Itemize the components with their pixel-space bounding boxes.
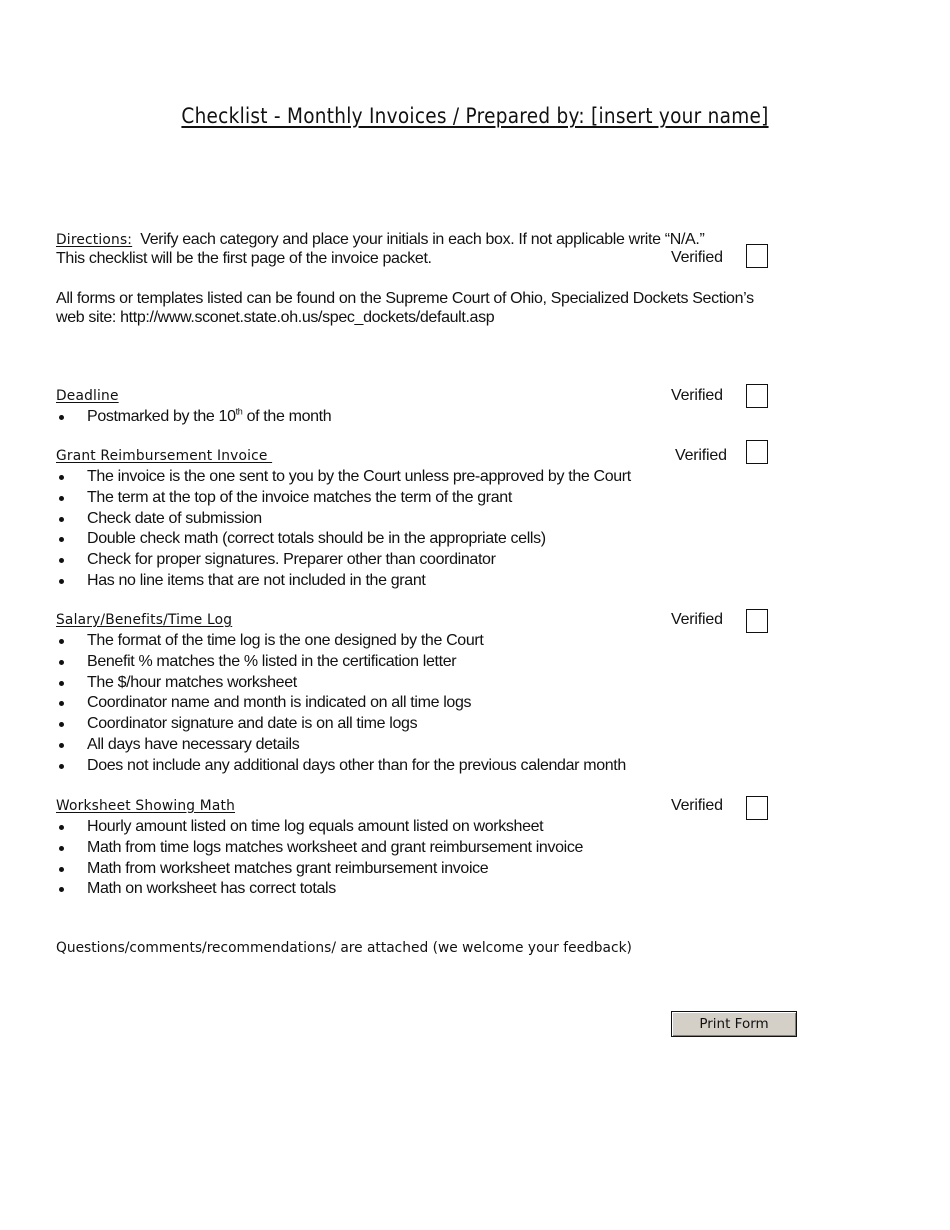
list-item: The term at the top of the invoice match… xyxy=(56,488,631,509)
directions-line-2: This checklist will be the first page of… xyxy=(56,250,432,267)
bullet-icon xyxy=(59,475,64,480)
bullet-icon xyxy=(59,845,64,851)
list-item: Postmarked by the 10th of the month xyxy=(56,407,332,428)
bullet-icon xyxy=(59,887,64,893)
directions-text: Verify each category and place your init… xyxy=(136,231,705,248)
bullet-icon xyxy=(59,537,64,543)
section-heading-grant-reimbursement: Grant Reimbursement Invoice xyxy=(56,448,273,464)
bullet-icon xyxy=(59,680,64,686)
forms-note-line-2: web site: http://www.sconet.state.oh.us/… xyxy=(56,309,495,326)
bullet-icon xyxy=(59,578,64,584)
list-item: The $/hour matches worksheet xyxy=(56,673,626,694)
bullet-icon xyxy=(59,516,64,522)
bullet-icon xyxy=(59,639,64,644)
deadline-list: Postmarked by the 10th of the month xyxy=(56,407,332,428)
grant-verified-checkbox[interactable] xyxy=(746,440,768,464)
list-item: Benefit % matches the % listed in the ce… xyxy=(56,652,626,673)
deadline-verified-checkbox[interactable] xyxy=(746,384,768,408)
list-item: The invoice is the one sent to you by th… xyxy=(56,467,631,488)
list-item: Check date of submission xyxy=(56,509,631,530)
bullet-icon xyxy=(59,763,64,769)
print-form-button[interactable]: Print Form xyxy=(671,1011,797,1037)
list-item: Math from worksheet matches grant reimbu… xyxy=(56,859,583,880)
bullet-icon xyxy=(59,495,64,501)
salary-verified-label: Verified xyxy=(671,611,723,628)
directions-verified-label: Verified xyxy=(671,249,723,266)
salary-verified-checkbox[interactable] xyxy=(746,609,768,633)
list-item: Hourly amount listed on time log equals … xyxy=(56,817,583,838)
bullet-icon xyxy=(59,866,64,872)
list-item: Double check math (correct totals should… xyxy=(56,529,631,550)
page-title: Checklist - Monthly Invoices / Prepared … xyxy=(181,104,769,128)
bullet-icon xyxy=(59,415,64,420)
list-item: Coordinator name and month is indicated … xyxy=(56,693,626,714)
bullet-icon xyxy=(59,722,64,728)
section-heading-deadline: Deadline xyxy=(56,388,119,404)
directions-label: Directions: xyxy=(56,232,133,248)
worksheet-verified-checkbox[interactable] xyxy=(746,796,768,820)
list-item: All days have necessary details xyxy=(56,735,626,756)
worksheet-list: Hourly amount listed on time log equals … xyxy=(56,817,583,900)
worksheet-verified-label: Verified xyxy=(671,797,723,814)
list-item: Coordinator signature and date is on all… xyxy=(56,714,626,735)
section-heading-worksheet: Worksheet Showing Math xyxy=(56,798,236,814)
forms-note-line-1: All forms or templates listed can be fou… xyxy=(56,290,754,307)
list-item: Has no line items that are not included … xyxy=(56,571,631,592)
list-item: Math on worksheet has correct totals xyxy=(56,879,583,900)
feedback-note: Questions/comments/recommendations/ are … xyxy=(56,940,632,956)
bullet-icon xyxy=(59,659,64,665)
grant-list: The invoice is the one sent to you by th… xyxy=(56,467,631,592)
directions-line-1: Directions: Verify each category and pla… xyxy=(56,230,705,250)
bullet-icon xyxy=(59,825,64,830)
deadline-verified-label: Verified xyxy=(671,387,723,404)
list-item: Math from time logs matches worksheet an… xyxy=(56,838,583,859)
bullet-icon xyxy=(59,558,64,564)
salary-list: The format of the time log is the one de… xyxy=(56,631,626,777)
list-item: The format of the time log is the one de… xyxy=(56,631,626,652)
bullet-icon xyxy=(59,701,64,707)
list-item: Check for proper signatures. Preparer ot… xyxy=(56,550,631,571)
list-item: Does not include any additional days oth… xyxy=(56,756,626,777)
bullet-icon xyxy=(59,742,64,748)
directions-verified-checkbox[interactable] xyxy=(746,244,768,268)
section-heading-salary-benefits: Salary/Benefits/Time Log xyxy=(56,612,233,628)
grant-verified-label: Verified xyxy=(675,447,727,464)
